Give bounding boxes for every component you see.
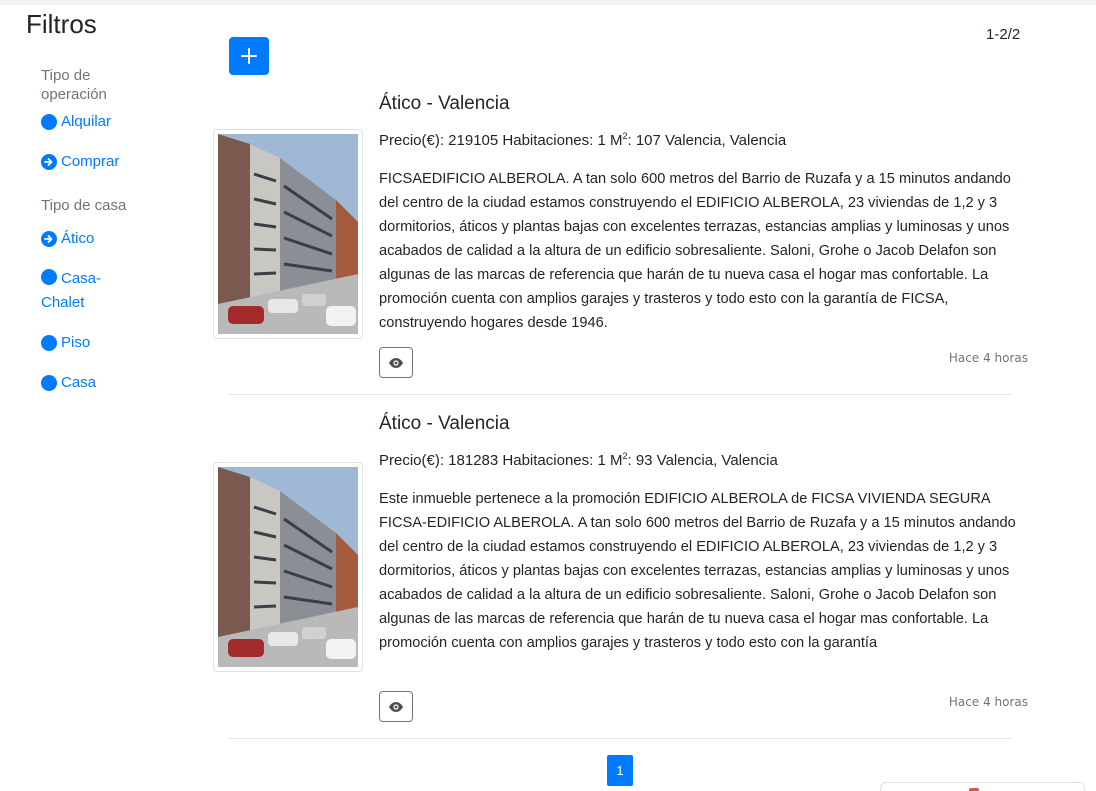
filters-sidebar: Filtros Tipo de operación Alquilar Compr… — [26, 8, 176, 395]
filter-alquilar[interactable]: Alquilar — [41, 110, 121, 134]
listing-title[interactable]: Ático - Valencia — [379, 92, 1029, 116]
filter-atico-label: Ático — [61, 230, 95, 247]
listing-meta: Precio(€): 181283 Habitaciones: 1 M2: 93… — [379, 446, 1029, 471]
corner-widget[interactable] — [880, 782, 1085, 791]
listing-divider — [228, 394, 1012, 395]
listing-photo[interactable] — [213, 462, 363, 672]
filter-casa-chalet[interactable]: Casa-Chalet — [41, 267, 105, 315]
arrow-circle-right-icon — [41, 154, 57, 170]
filter-comprar-label: Comprar — [61, 153, 120, 170]
filter-alquilar-label: Alquilar — [61, 113, 112, 130]
operation-filter-group: Tipo de operación Alquilar Comprar — [41, 66, 176, 174]
listing-meta-main: Precio(€): 219105 Habitaciones: 1 M — [379, 132, 623, 149]
plus-icon — [241, 48, 257, 64]
listing-body: Ático - Valencia Precio(€): 219105 Habit… — [379, 92, 1029, 335]
eye-icon — [389, 357, 403, 368]
listing-description: Este inmueble pertenece a la promoción E… — [379, 491, 1016, 651]
eye-icon — [389, 701, 403, 712]
listing-divider — [228, 738, 1012, 739]
filter-piso[interactable]: Piso — [41, 331, 121, 355]
building-photo-icon — [218, 467, 358, 667]
top-strip — [0, 0, 1096, 5]
listing-description: FICSAEDIFICIO ALBEROLA. A tan solo 600 m… — [379, 171, 1011, 331]
listing-meta-rest: : 93 Valencia, Valencia — [627, 452, 778, 469]
listing-time: Hace 4 horas — [948, 695, 1028, 709]
filter-atico[interactable]: Ático — [41, 227, 121, 251]
filter-casa[interactable]: Casa — [41, 371, 121, 395]
results-counter: 1-2/2 — [986, 26, 1021, 43]
filter-piso-label: Piso — [61, 334, 91, 351]
filled-circle-icon — [41, 114, 57, 130]
filled-circle-icon — [41, 269, 57, 285]
filters-title: Filtros — [26, 9, 97, 39]
listing-title[interactable]: Ático - Valencia — [379, 412, 1029, 436]
filter-casa-label: Casa — [61, 374, 97, 391]
listing-photo[interactable] — [213, 129, 363, 339]
building-photo-icon — [218, 134, 358, 334]
filled-circle-icon — [41, 335, 57, 351]
listing-time: Hace 4 horas — [948, 351, 1028, 365]
listing-body: Ático - Valencia Precio(€): 181283 Habit… — [379, 412, 1029, 655]
filter-comprar[interactable]: Comprar — [41, 150, 121, 174]
view-listing-button[interactable] — [379, 347, 413, 378]
listing-meta-rest: : 107 Valencia, Valencia — [627, 132, 787, 149]
listing-meta: Precio(€): 219105 Habitaciones: 1 M2: 10… — [379, 126, 1029, 151]
operation-type-label: Tipo de operación — [41, 67, 107, 103]
add-listing-button[interactable] — [229, 37, 269, 75]
filled-circle-icon — [41, 375, 57, 391]
view-listing-button[interactable] — [379, 691, 413, 722]
house-filter-group: Tipo de casa Ático Casa-Chalet Piso Casa — [41, 196, 176, 395]
arrow-circle-right-icon — [41, 231, 57, 247]
house-type-label: Tipo de casa — [41, 197, 127, 214]
pagination-page-current[interactable]: 1 — [607, 755, 633, 786]
listing-meta-main: Precio(€): 181283 Habitaciones: 1 M — [379, 452, 623, 469]
